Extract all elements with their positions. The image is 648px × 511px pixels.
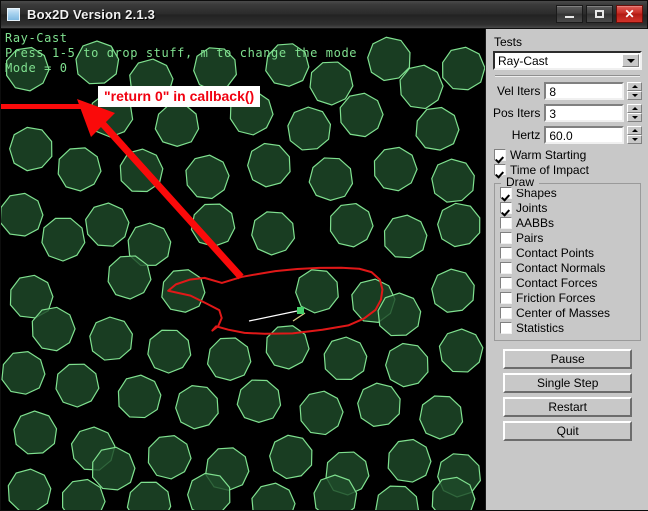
draw-item-label: Center of Masses: [516, 306, 611, 320]
maximize-button[interactable]: [586, 5, 613, 23]
checkbox-icon[interactable]: [500, 262, 512, 274]
window-title: Box2D Version 2.1.3: [27, 7, 156, 22]
draw-item-contact-normals[interactable]: Contact Normals: [500, 261, 636, 275]
vel-iters-row: Vel Iters 8: [493, 82, 643, 100]
draw-item-aabbs[interactable]: AABBs: [500, 216, 636, 230]
hertz-input[interactable]: 60.0: [544, 126, 625, 144]
checkbox-icon[interactable]: [500, 247, 512, 259]
draw-item-pairs[interactable]: Pairs: [500, 231, 636, 245]
tests-dropdown[interactable]: Ray-Cast: [493, 51, 643, 70]
restart-button[interactable]: Restart: [503, 397, 633, 417]
spinner-up-icon[interactable]: [627, 104, 643, 113]
close-button[interactable]: ✕: [616, 5, 643, 23]
minimize-icon: [565, 15, 574, 18]
hertz-row: Hertz 60.0: [493, 126, 643, 144]
annotation-underline: [1, 104, 81, 109]
draw-item-label: Joints: [516, 201, 548, 215]
maximize-icon: [595, 10, 604, 18]
draw-item-center-of-masses[interactable]: Center of Masses: [500, 306, 636, 320]
ray-line: [248, 310, 298, 322]
draw-item-label: Pairs: [516, 231, 544, 245]
spinner-down-icon[interactable]: [627, 91, 643, 100]
draw-item-label: Contact Points: [516, 246, 595, 260]
draw-item-label: Contact Normals: [516, 261, 606, 275]
draw-item-label: Contact Forces: [516, 276, 598, 290]
tests-selected-value: Ray-Cast: [498, 54, 549, 68]
draw-item-label: Friction Forces: [516, 291, 596, 305]
app-window: Box2D Version 2.1.3 ✕ Ray-Cast Press 1-5…: [0, 0, 648, 511]
pause-button[interactable]: Pause: [503, 349, 633, 369]
toggle-warm-starting[interactable]: Warm Starting: [494, 148, 642, 162]
vel-iters-spinner[interactable]: [627, 82, 643, 100]
minimize-button[interactable]: [556, 5, 583, 23]
toggle-warm-starting-label: Warm Starting: [510, 148, 587, 162]
ray-normal: [292, 312, 306, 322]
pos-iters-row: Pos Iters 3: [493, 104, 643, 122]
checkbox-icon[interactable]: [494, 149, 506, 161]
draw-item-label: Statistics: [516, 321, 565, 335]
pos-iters-input[interactable]: 3: [544, 104, 625, 122]
draw-item-friction-forces[interactable]: Friction Forces: [500, 291, 636, 305]
window-body: Ray-Cast Press 1-5 to drop stuff, m to c…: [1, 29, 648, 510]
checkbox-icon[interactable]: [500, 217, 512, 229]
draw-item-label: AABBs: [516, 216, 555, 230]
window-controls: ✕: [556, 5, 643, 23]
annotation-callout: "return 0" in callback(): [98, 86, 261, 107]
vel-iters-label: Vel Iters: [497, 84, 541, 98]
app-icon: [7, 8, 20, 21]
vel-iters-input[interactable]: 8: [544, 82, 625, 100]
checkbox-icon[interactable]: [500, 292, 512, 304]
action-buttons: Pause Single Step Restart Quit: [493, 349, 642, 441]
checkbox-icon[interactable]: [500, 202, 512, 214]
quit-button[interactable]: Quit: [503, 421, 633, 441]
spinner-up-icon[interactable]: [627, 126, 643, 135]
pos-iters-label: Pos Iters: [493, 106, 541, 120]
spinner-up-icon[interactable]: [627, 82, 643, 91]
close-icon: ✕: [624, 7, 635, 21]
checkbox-icon[interactable]: [500, 322, 512, 334]
draw-item-statistics[interactable]: Statistics: [500, 321, 636, 335]
hertz-spinner[interactable]: [627, 126, 643, 144]
single-step-button[interactable]: Single Step: [503, 373, 633, 393]
tests-label: Tests: [494, 35, 523, 49]
draw-group: Draw Shapes Joints AABBs Pairs Contact P…: [494, 175, 642, 341]
simulation-canvas[interactable]: Ray-Cast Press 1-5 to drop stuff, m to c…: [1, 29, 486, 510]
hertz-label: Hertz: [511, 128, 541, 142]
checkbox-icon[interactable]: [500, 187, 512, 199]
draw-item-contact-points[interactable]: Contact Points: [500, 246, 636, 260]
title-bar[interactable]: Box2D Version 2.1.3 ✕: [1, 1, 647, 29]
spinner-down-icon[interactable]: [627, 113, 643, 122]
checkbox-icon[interactable]: [500, 277, 512, 289]
checkbox-icon[interactable]: [500, 307, 512, 319]
draw-item-contact-forces[interactable]: Contact Forces: [500, 276, 636, 290]
chevron-down-icon[interactable]: [622, 54, 640, 67]
pos-iters-spinner[interactable]: [627, 104, 643, 122]
panel-divider: [495, 75, 641, 77]
checkbox-icon[interactable]: [500, 232, 512, 244]
ray-hit-point: [297, 307, 304, 314]
draw-item-joints[interactable]: Joints: [500, 201, 636, 215]
control-panel: Tests Ray-Cast Vel Iters 8 Pos Iters 3 H…: [486, 29, 648, 510]
spinner-down-icon[interactable]: [627, 135, 643, 144]
